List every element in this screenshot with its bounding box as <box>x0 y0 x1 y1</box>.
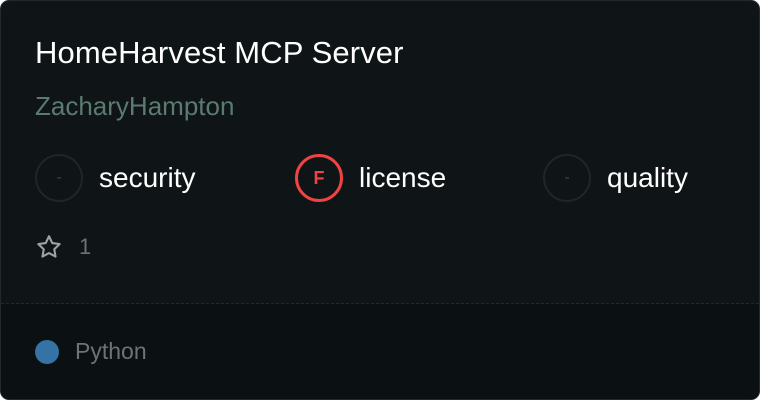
license-grade-badge: F <box>295 154 343 202</box>
quality-label: quality <box>607 162 688 193</box>
language-color-dot <box>35 339 59 364</box>
star-outline-icon <box>37 235 61 258</box>
license-score: F license <box>295 154 446 202</box>
quality-score: - quality <box>543 154 688 202</box>
security-grade-badge: - <box>35 154 83 202</box>
quality-grade-badge: - <box>543 154 591 202</box>
license-label: license <box>359 162 447 193</box>
language-name: Python <box>75 338 147 364</box>
security-label: security <box>99 162 196 193</box>
star-count: 1 <box>79 234 92 259</box>
server-card[interactable]: HomeHarvest MCP Server ZacharyHampton - … <box>0 0 760 400</box>
stars: 1 <box>35 233 91 261</box>
author-name[interactable]: ZacharyHampton <box>35 91 234 122</box>
security-score: - security <box>35 154 195 202</box>
server-title[interactable]: HomeHarvest MCP Server <box>35 35 404 71</box>
language: Python <box>35 338 147 365</box>
